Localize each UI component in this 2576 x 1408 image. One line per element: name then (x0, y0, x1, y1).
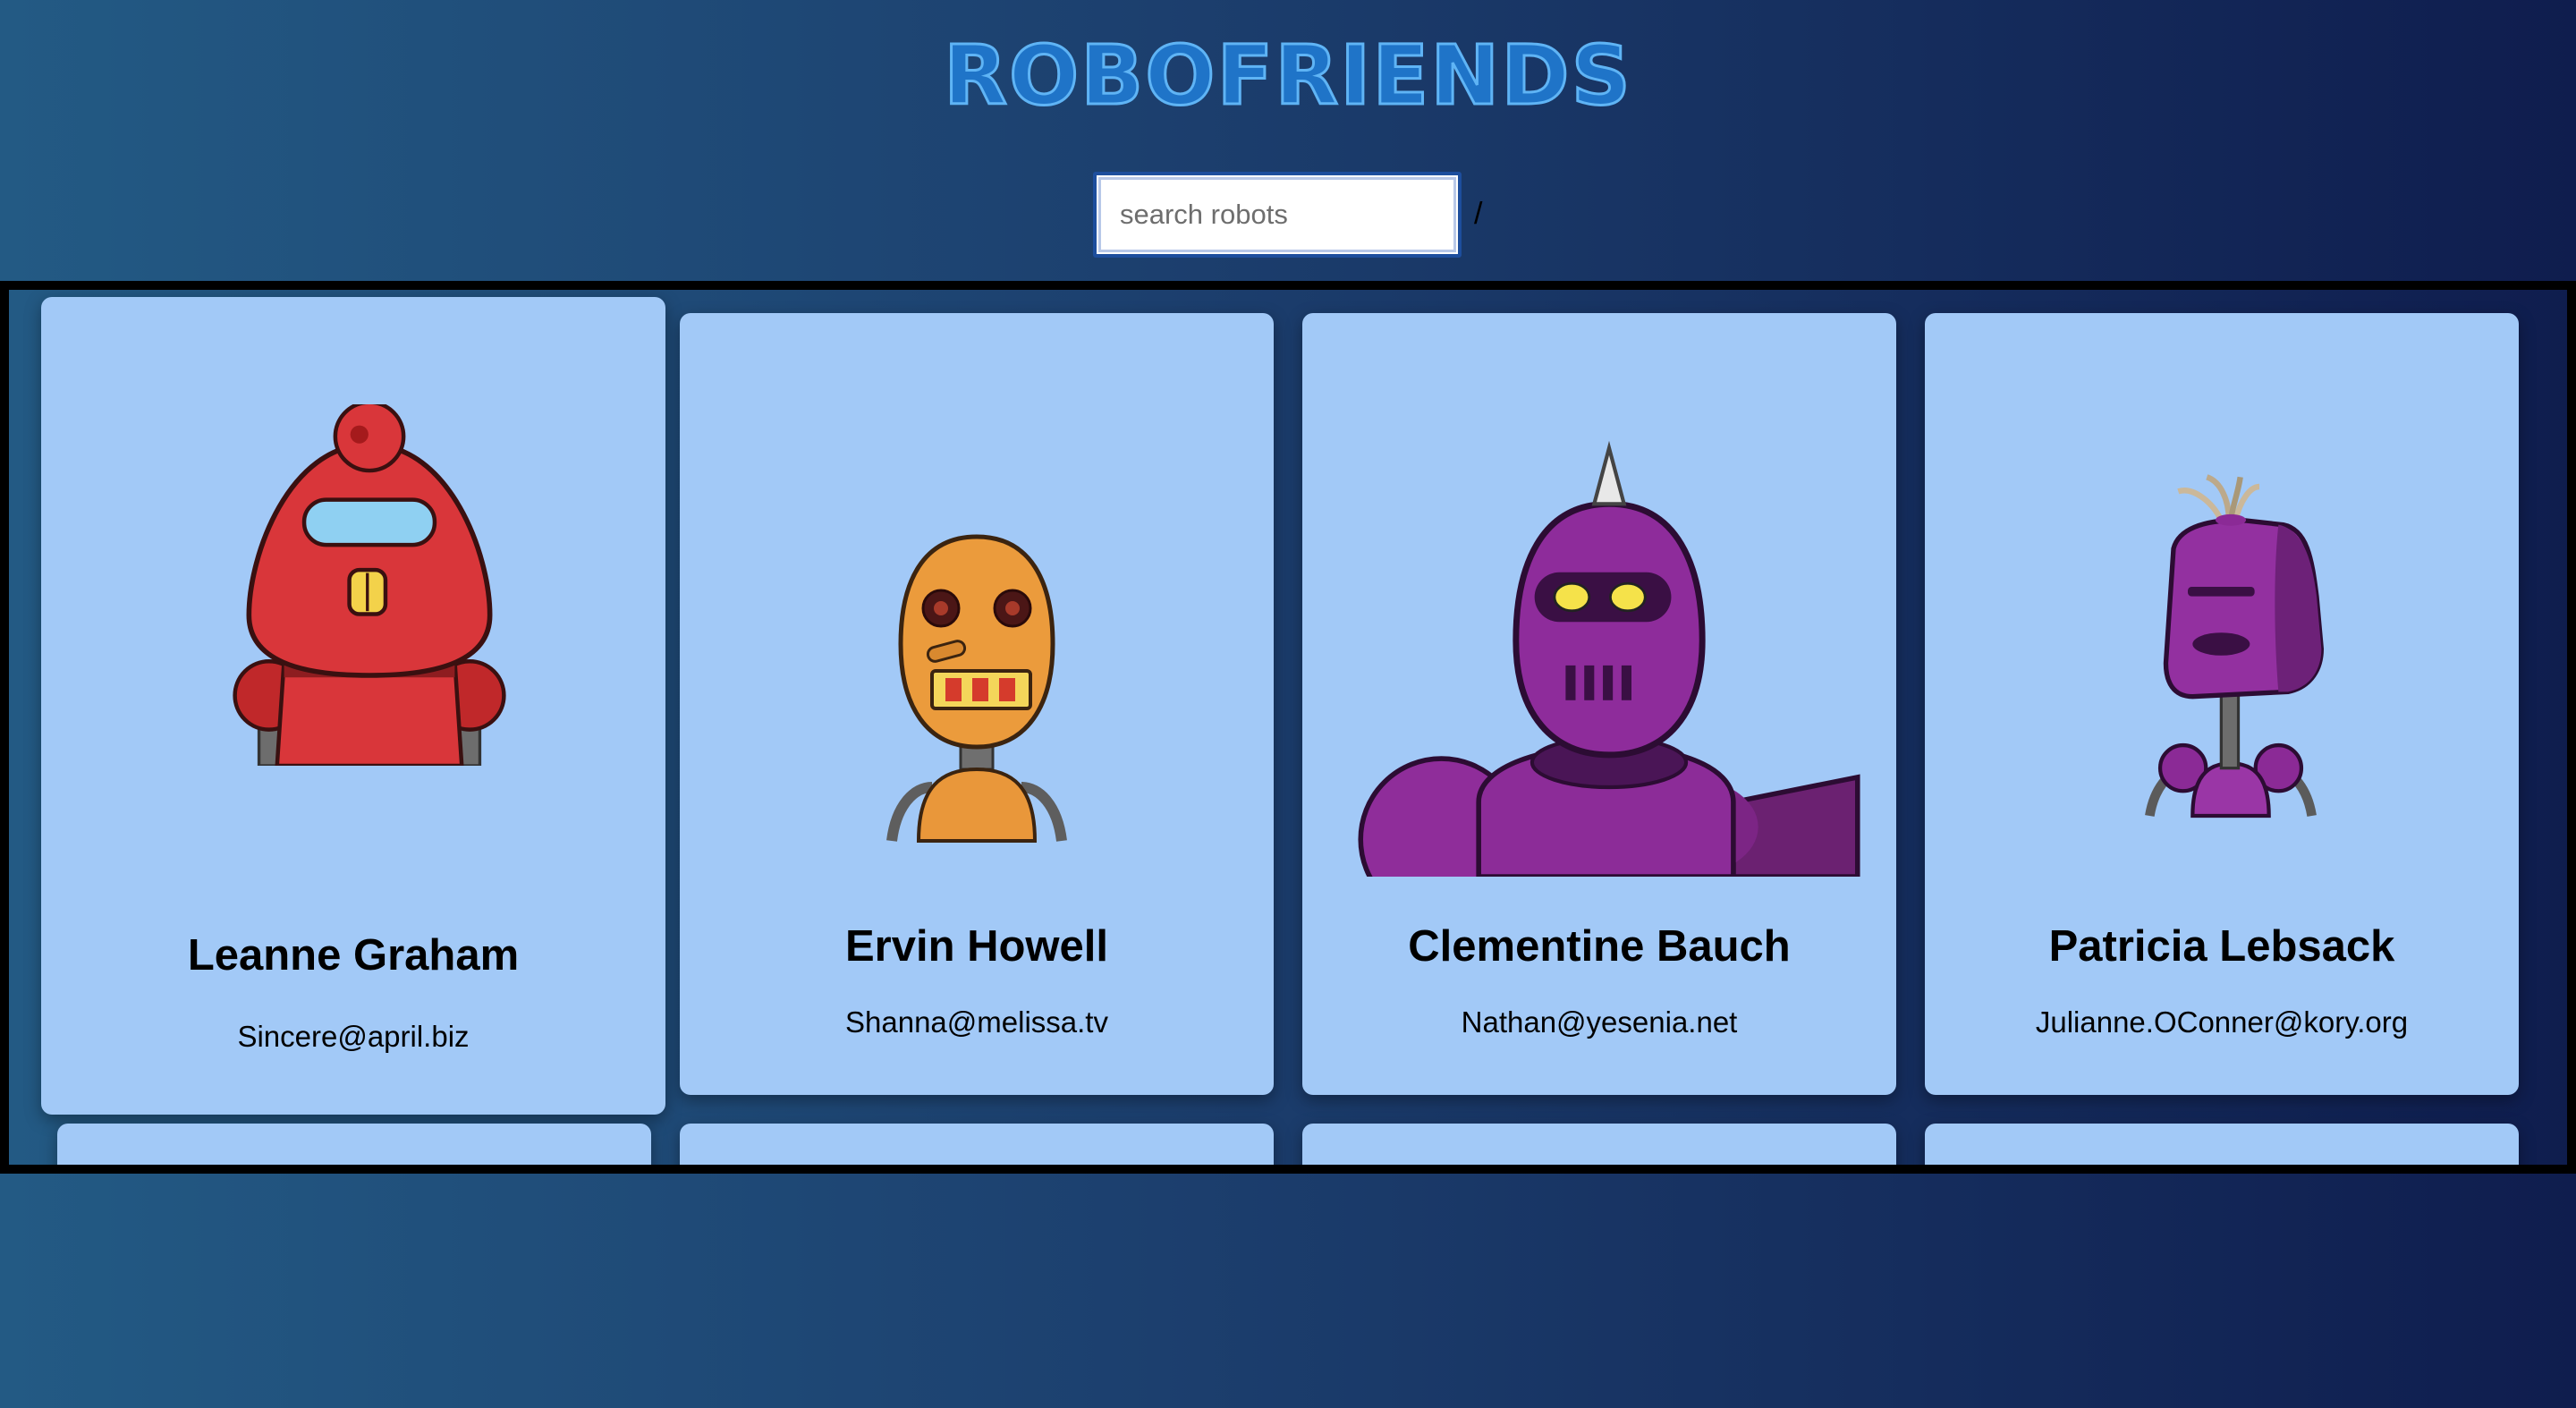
search-box: / (1093, 172, 1482, 265)
robot-card[interactable] (1925, 1124, 2519, 1165)
red-robot-avatar (233, 404, 506, 766)
robot-card[interactable]: Leanne Graham Sincere@april.biz (41, 297, 665, 1115)
robot-card[interactable] (1302, 1124, 1896, 1165)
robot-email: Nathan@yesenia.net (1461, 1005, 1738, 1039)
robot-email: Sincere@april.biz (237, 1020, 470, 1053)
robot-email: Shanna@melissa.tv (845, 1005, 1108, 1039)
robot-name: Ervin Howell (844, 922, 1109, 971)
robot-card[interactable] (57, 1124, 651, 1165)
robot-name: Leanne Graham (187, 931, 520, 980)
app-title: ROBOFRIENDS (943, 27, 1632, 125)
robot-card[interactable] (680, 1124, 1274, 1165)
purple-box-robot-avatar (2145, 474, 2325, 819)
search-slash: / (1474, 197, 1483, 231)
robot-card[interactable]: Clementine Bauch Nathan@yesenia.net (1302, 313, 1896, 1095)
robot-card-list[interactable]: Leanne Graham Sincere@april.biz Ervin Ho… (0, 281, 2576, 1174)
robot-card[interactable]: Patricia Lebsack Julianne.OConner@kory.o… (1925, 313, 2519, 1095)
robot-email: Julianne.OConner@kory.org (2035, 1005, 2409, 1039)
purple-horned-robot-avatar (1358, 440, 1860, 877)
robot-name: Clementine Bauch (1408, 922, 1791, 971)
robot-card[interactable]: Ervin Howell Shanna@melissa.tv (680, 313, 1274, 1095)
robot-name: Patricia Lebsack (2048, 922, 2395, 971)
search-input[interactable] (1093, 172, 1462, 258)
orange-robot-avatar (886, 534, 1067, 843)
